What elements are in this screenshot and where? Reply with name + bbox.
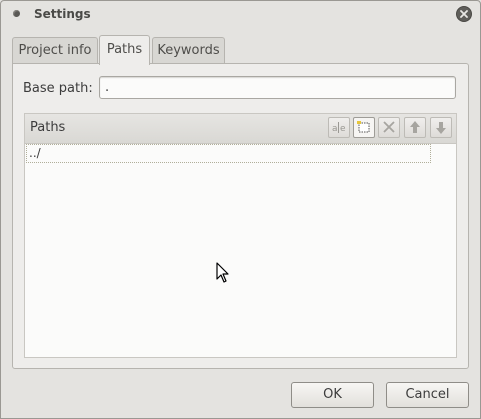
delete-path-button[interactable] [378, 117, 400, 138]
tab-project-info[interactable]: Project info [12, 37, 98, 63]
new-icon [357, 121, 370, 133]
paths-list-panel: Paths a e ../ [24, 113, 457, 358]
title-bar: Settings [1, 1, 480, 28]
ok-button[interactable]: OK [291, 382, 374, 408]
move-up-button[interactable] [404, 117, 426, 138]
move-up-icon [410, 121, 420, 133]
tab-paths[interactable]: Paths [99, 35, 150, 65]
paths-header: Paths a e [25, 114, 456, 144]
cancel-button[interactable]: Cancel [386, 382, 469, 408]
window-title: Settings [34, 7, 91, 21]
rename-path-button[interactable]: a e [328, 117, 350, 138]
base-path-input[interactable]: . [99, 76, 456, 99]
svg-text:a: a [332, 124, 338, 134]
mouse-pointer-icon [216, 262, 229, 283]
close-icon [460, 10, 468, 18]
base-path-label: Base path: [23, 81, 93, 96]
delete-icon [383, 121, 395, 133]
move-down-icon [436, 122, 446, 134]
paths-title: Paths [30, 120, 66, 135]
svg-text:e: e [340, 124, 346, 134]
tab-keywords[interactable]: Keywords [152, 37, 225, 63]
move-down-button[interactable] [430, 117, 452, 138]
add-path-button[interactable] [353, 117, 375, 138]
close-button[interactable] [457, 7, 471, 21]
tab-bar: Project info Paths Keywords [12, 35, 472, 65]
path-list-item[interactable]: ../ [26, 144, 431, 163]
window-menu-icon[interactable] [13, 10, 20, 17]
rename-icon: a e [332, 122, 346, 134]
